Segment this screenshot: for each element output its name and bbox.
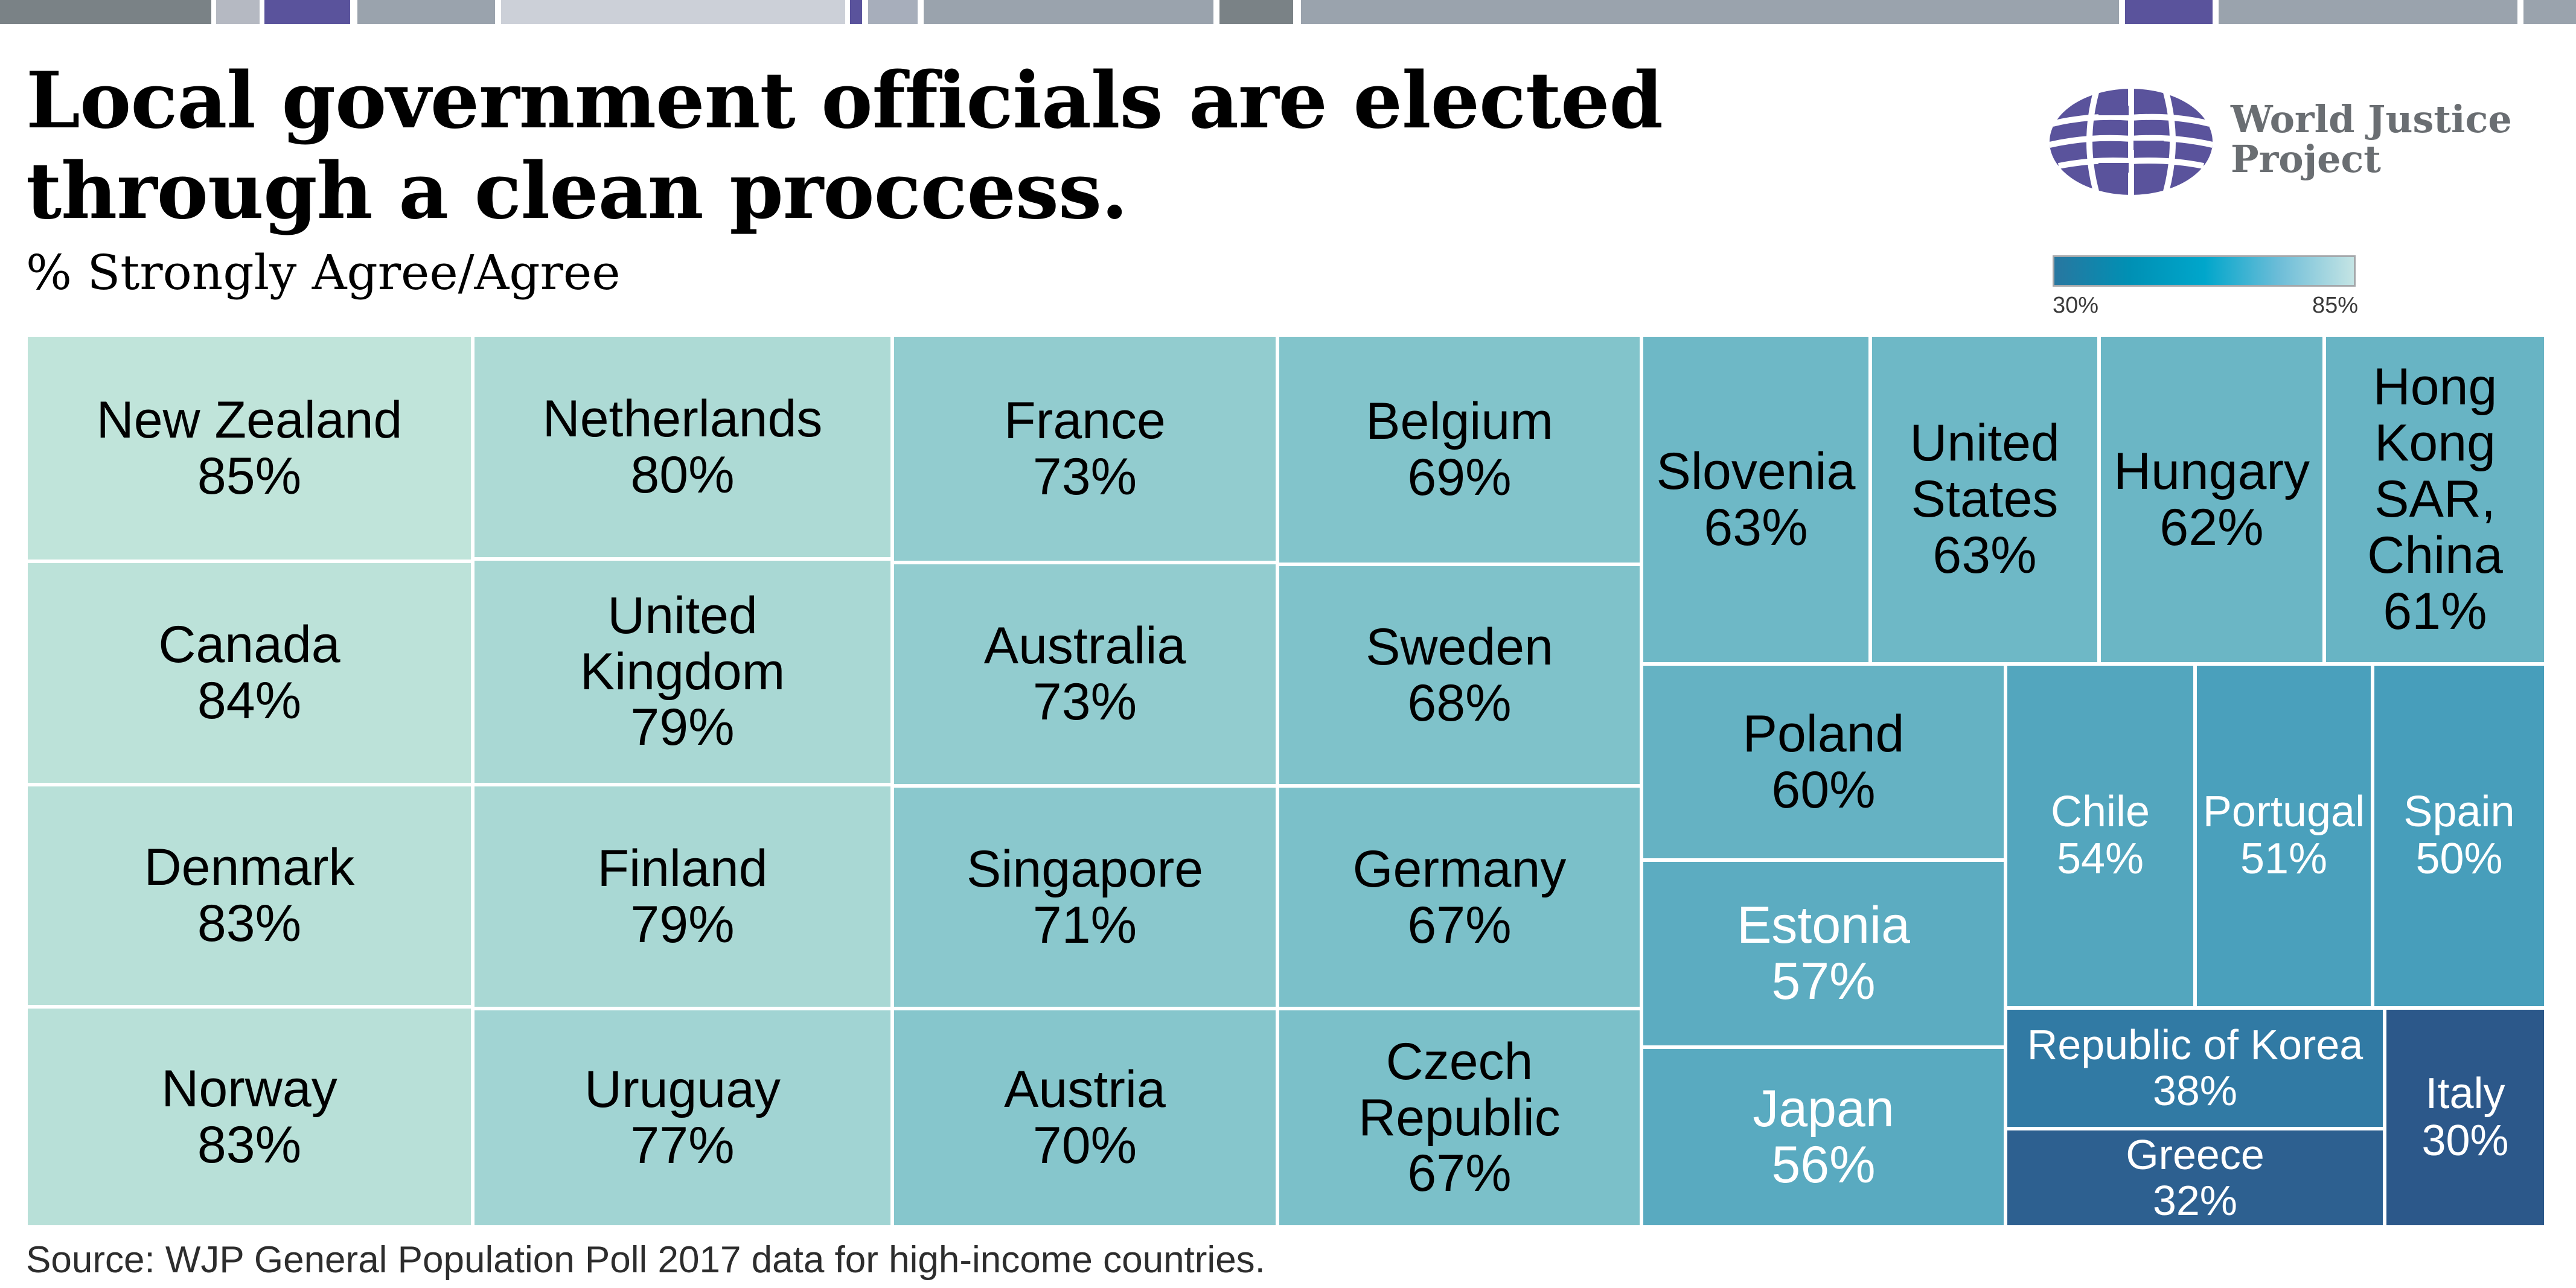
tile-country-label: Slovenia: [1656, 442, 1856, 500]
treemap-tile: Belgium 69%: [1277, 335, 1641, 564]
tile-country-label: Australia: [983, 617, 1186, 675]
treemap-tile: Portugal 51%: [2195, 664, 2373, 1008]
treemap-tile: Japan 56%: [1641, 1047, 2006, 1227]
tile-value-label: 63%: [1932, 526, 2037, 584]
tile-value-label: 50%: [2415, 835, 2503, 883]
tile-country-label: Austria: [1004, 1060, 1166, 1119]
tile-value-label: 73%: [1032, 673, 1137, 731]
treemap-tile: United Kingdom 79%: [473, 559, 892, 785]
tile-country-label: Norway: [161, 1059, 337, 1118]
tile-country-label: Spain: [2403, 788, 2515, 837]
tile-country-label: Sweden: [1366, 617, 1553, 676]
treemap-tile: New Zealand 85%: [26, 335, 473, 561]
treemap-tile: Denmark 83%: [26, 785, 473, 1007]
tile-country-label: SAR,: [2374, 470, 2496, 529]
treemap-tile: France 73%: [892, 335, 1277, 563]
treemap-tile: Spain 50%: [2373, 664, 2546, 1008]
tile-value-label: 51%: [2240, 835, 2328, 883]
tile-value-label: 61%: [2383, 582, 2487, 640]
treemap-tile: United States 63%: [1870, 335, 2099, 664]
treemap-tile: Chile 54%: [2006, 664, 2195, 1008]
tile-value-label: 68%: [1407, 674, 1512, 732]
tile-value-label: 54%: [2056, 835, 2144, 883]
tile-value-label: 79%: [630, 698, 735, 757]
tile-value-label: 83%: [197, 1115, 302, 1174]
tile-value-label: 77%: [630, 1117, 735, 1175]
treemap: New Zealand 85% Canada 84% Denmark 83% Norway 8…: [0, 0, 2576, 1288]
tile-country-label: Estonia: [1737, 896, 1910, 955]
treemap-tile: Austria 70%: [892, 1009, 1277, 1227]
tile-country-label: United: [1910, 414, 2060, 473]
tile-country-label: Singapore: [966, 840, 1204, 898]
tile-country-label: Uruguay: [584, 1060, 781, 1119]
tile-value-label: 67%: [1407, 896, 1512, 954]
tile-country-label: Kong: [2374, 414, 2496, 473]
tile-country-label: France: [1004, 391, 1166, 450]
tile-country-label: Finland: [597, 839, 768, 897]
tile-value-label: 30%: [2421, 1116, 2509, 1165]
tile-value-label: 56%: [1771, 1136, 1876, 1194]
tile-country-label: Japan: [1753, 1080, 1894, 1138]
treemap-tile: Finland 79%: [473, 785, 892, 1009]
tile-value-label: 57%: [1771, 952, 1876, 1010]
tile-country-label: Republic: [1358, 1088, 1561, 1147]
tile-country-label: Denmark: [144, 838, 355, 897]
treemap-tile: Italy 30%: [2385, 1008, 2546, 1227]
tile-country-label: Italy: [2425, 1069, 2505, 1118]
treemap-tile: Estonia 57%: [1641, 860, 2006, 1047]
tile-country-label: Chile: [2050, 788, 2150, 837]
tile-country-label: Hong: [2373, 358, 2498, 416]
tile-country-label: States: [1911, 470, 2059, 529]
tile-country-label: Portugal: [2202, 788, 2365, 837]
tile-value-label: 83%: [197, 894, 302, 952]
tile-value-label: 38%: [2152, 1067, 2238, 1114]
tile-country-label: New Zealand: [96, 391, 403, 449]
tile-value-label: 60%: [1771, 760, 1876, 819]
treemap-tile: Singapore 71%: [892, 786, 1277, 1009]
tile-value-label: 62%: [2159, 498, 2264, 556]
treemap-tile: Greece 32%: [2006, 1129, 2385, 1227]
tile-country-label: Netherlands: [542, 389, 823, 448]
tile-country-label: Hungary: [2113, 442, 2310, 500]
tile-country-label: United: [607, 586, 758, 645]
tile-value-label: 32%: [2152, 1176, 2238, 1224]
tile-value-label: 69%: [1407, 448, 1512, 506]
source-note: Source: WJP General Population Poll 2017…: [26, 1239, 1265, 1281]
tile-value-label: 84%: [197, 672, 302, 730]
tile-value-label: 79%: [630, 895, 735, 954]
tile-value-label: 63%: [1704, 498, 1808, 556]
treemap-tile: Australia 73%: [892, 563, 1277, 786]
tile-country-label: Canada: [158, 616, 340, 674]
tile-country-label: Poland: [1742, 704, 1905, 763]
tile-country-label: Czech: [1385, 1032, 1533, 1091]
treemap-tile: Uruguay 77%: [473, 1009, 892, 1227]
tile-country-label: Republic of Korea: [2027, 1021, 2363, 1069]
tile-value-label: 71%: [1032, 896, 1137, 954]
tile-country-label: Belgium: [1366, 392, 1553, 451]
treemap-tile: Czech Republic 67%: [1277, 1009, 1641, 1227]
treemap-tile: Hong Kong SAR, China 61%: [2324, 335, 2546, 664]
treemap-tile: Hungary 62%: [2099, 335, 2324, 664]
tile-country-label: China: [2367, 526, 2503, 584]
treemap-tile: Republic of Korea 38%: [2006, 1008, 2385, 1129]
tile-value-label: 85%: [197, 447, 302, 505]
tile-value-label: 73%: [1032, 447, 1137, 506]
tile-value-label: 67%: [1407, 1144, 1512, 1203]
tile-country-label: Kingdom: [580, 642, 785, 701]
treemap-tile: Norway 83%: [26, 1007, 473, 1227]
tile-value-label: 70%: [1032, 1117, 1137, 1175]
treemap-tile: Slovenia 63%: [1641, 335, 1870, 664]
treemap-tile: Canada 84%: [26, 561, 473, 785]
treemap-tile: Germany 67%: [1277, 786, 1641, 1009]
treemap-tile: Netherlands 80%: [473, 335, 892, 559]
tile-value-label: 80%: [630, 445, 735, 504]
tile-country-label: Greece: [2126, 1130, 2264, 1178]
tile-country-label: Germany: [1352, 840, 1567, 898]
treemap-tile: Poland 60%: [1641, 664, 2006, 860]
treemap-tile: Sweden 68%: [1277, 564, 1641, 786]
